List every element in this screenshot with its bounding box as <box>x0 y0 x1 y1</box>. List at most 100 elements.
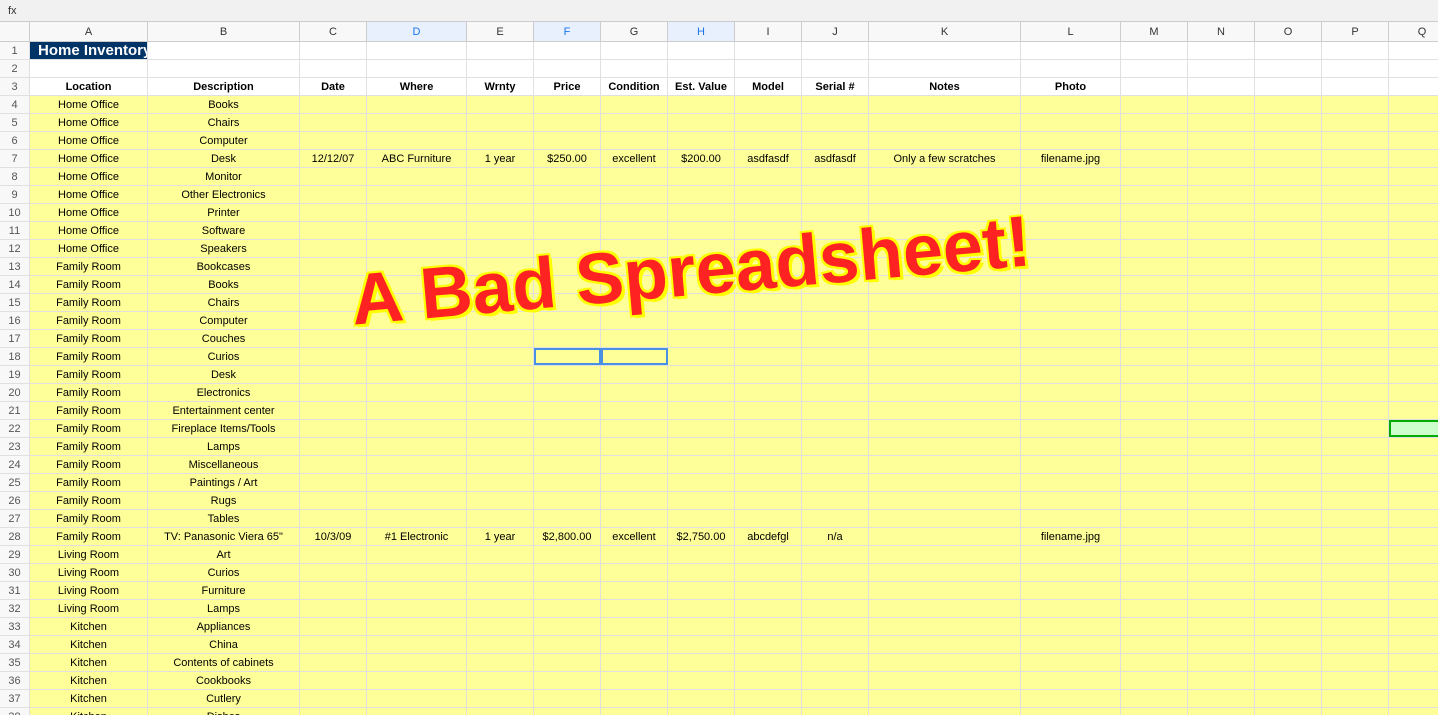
cell-k35[interactable] <box>869 654 1021 671</box>
cell-p12[interactable] <box>1322 240 1389 257</box>
cell-c14[interactable] <box>300 276 367 293</box>
cell-c31[interactable] <box>300 582 367 599</box>
cell-o13[interactable] <box>1255 258 1322 275</box>
cell-h29[interactable] <box>668 546 735 563</box>
cell-m16[interactable] <box>1121 312 1188 329</box>
cell-f9[interactable] <box>534 186 601 203</box>
cell-i29[interactable] <box>735 546 802 563</box>
cell-m15[interactable] <box>1121 294 1188 311</box>
cell-p7[interactable] <box>1322 150 1389 167</box>
cell-g23[interactable] <box>601 438 668 455</box>
cell-a21[interactable]: Family Room <box>30 402 148 419</box>
table-row[interactable]: 31Living RoomFurniture <box>0 582 1438 600</box>
cell-o19[interactable] <box>1255 366 1322 383</box>
cell-j16[interactable] <box>802 312 869 329</box>
cell-c9[interactable] <box>300 186 367 203</box>
cell-n8[interactable] <box>1188 168 1255 185</box>
cell-f30[interactable] <box>534 564 601 581</box>
cell-j13[interactable] <box>802 258 869 275</box>
cell-f14[interactable] <box>534 276 601 293</box>
table-row[interactable]: 18Family RoomCurios <box>0 348 1438 366</box>
cell-l25[interactable] <box>1021 474 1121 491</box>
cell-m7[interactable] <box>1121 150 1188 167</box>
cell-g4[interactable] <box>601 96 668 113</box>
cell-l22[interactable] <box>1021 420 1121 437</box>
cell-g31[interactable] <box>601 582 668 599</box>
col-header-i[interactable]: I <box>735 22 802 41</box>
cell-p13[interactable] <box>1322 258 1389 275</box>
cell-c7[interactable]: 12/12/07 <box>300 150 367 167</box>
cell-j23[interactable] <box>802 438 869 455</box>
cell-p38[interactable] <box>1322 708 1389 715</box>
cell-e32[interactable] <box>467 600 534 617</box>
cell-m17[interactable] <box>1121 330 1188 347</box>
cell-q20[interactable] <box>1389 384 1438 401</box>
cell-m35[interactable] <box>1121 654 1188 671</box>
cell-j21[interactable] <box>802 402 869 419</box>
cell-p23[interactable] <box>1322 438 1389 455</box>
cell-k24[interactable] <box>869 456 1021 473</box>
cell-m28[interactable] <box>1121 528 1188 545</box>
cell-c17[interactable] <box>300 330 367 347</box>
cell-n28[interactable] <box>1188 528 1255 545</box>
cell-f28[interactable]: $2,800.00 <box>534 528 601 545</box>
cell-h1[interactable] <box>668 42 735 59</box>
cell-a16[interactable]: Family Room <box>30 312 148 329</box>
cell-e27[interactable] <box>467 510 534 527</box>
cell-f11[interactable] <box>534 222 601 239</box>
cell-l14[interactable] <box>1021 276 1121 293</box>
cell-g1[interactable] <box>601 42 668 59</box>
cell-d14[interactable] <box>367 276 467 293</box>
cell-d12[interactable] <box>367 240 467 257</box>
cell-n27[interactable] <box>1188 510 1255 527</box>
cell-b13[interactable]: Bookcases <box>148 258 300 275</box>
cell-g27[interactable] <box>601 510 668 527</box>
cell-i19[interactable] <box>735 366 802 383</box>
cell-q21[interactable] <box>1389 402 1438 419</box>
table-row[interactable]: 13Family RoomBookcases <box>0 258 1438 276</box>
cell-h22[interactable] <box>668 420 735 437</box>
table-row[interactable]: 12Home OfficeSpeakers <box>0 240 1438 258</box>
cell-h7[interactable]: $200.00 <box>668 150 735 167</box>
cell-o8[interactable] <box>1255 168 1322 185</box>
cell-m25[interactable] <box>1121 474 1188 491</box>
cell-o27[interactable] <box>1255 510 1322 527</box>
cell-c24[interactable] <box>300 456 367 473</box>
cell-d17[interactable] <box>367 330 467 347</box>
cell-q2[interactable] <box>1389 60 1438 77</box>
cell-m30[interactable] <box>1121 564 1188 581</box>
table-row[interactable]: 20Family RoomElectronics <box>0 384 1438 402</box>
cell-f24[interactable] <box>534 456 601 473</box>
cell-g16[interactable] <box>601 312 668 329</box>
cell-i16[interactable] <box>735 312 802 329</box>
table-row[interactable]: 11Home OfficeSoftware <box>0 222 1438 240</box>
cell-f19[interactable] <box>534 366 601 383</box>
cell-m12[interactable] <box>1121 240 1188 257</box>
cell-d9[interactable] <box>367 186 467 203</box>
cell-b16[interactable]: Computer <box>148 312 300 329</box>
cell-j18[interactable] <box>802 348 869 365</box>
cell-g29[interactable] <box>601 546 668 563</box>
cell-l3[interactable]: Photo <box>1021 78 1121 95</box>
cell-j14[interactable] <box>802 276 869 293</box>
cell-q18[interactable] <box>1389 348 1438 365</box>
cell-l35[interactable] <box>1021 654 1121 671</box>
cell-a18[interactable]: Family Room <box>30 348 148 365</box>
cell-g2[interactable] <box>601 60 668 77</box>
cell-i37[interactable] <box>735 690 802 707</box>
cell-a36[interactable]: Kitchen <box>30 672 148 689</box>
cell-n21[interactable] <box>1188 402 1255 419</box>
cell-q9[interactable] <box>1389 186 1438 203</box>
cell-g14[interactable] <box>601 276 668 293</box>
cell-j17[interactable] <box>802 330 869 347</box>
cell-c32[interactable] <box>300 600 367 617</box>
cell-e34[interactable] <box>467 636 534 653</box>
cell-b31[interactable]: Furniture <box>148 582 300 599</box>
cell-o30[interactable] <box>1255 564 1322 581</box>
cell-n38[interactable] <box>1188 708 1255 715</box>
cell-d5[interactable] <box>367 114 467 131</box>
col-header-d[interactable]: D <box>367 22 467 41</box>
cell-p33[interactable] <box>1322 618 1389 635</box>
cell-b30[interactable]: Curios <box>148 564 300 581</box>
cell-o37[interactable] <box>1255 690 1322 707</box>
